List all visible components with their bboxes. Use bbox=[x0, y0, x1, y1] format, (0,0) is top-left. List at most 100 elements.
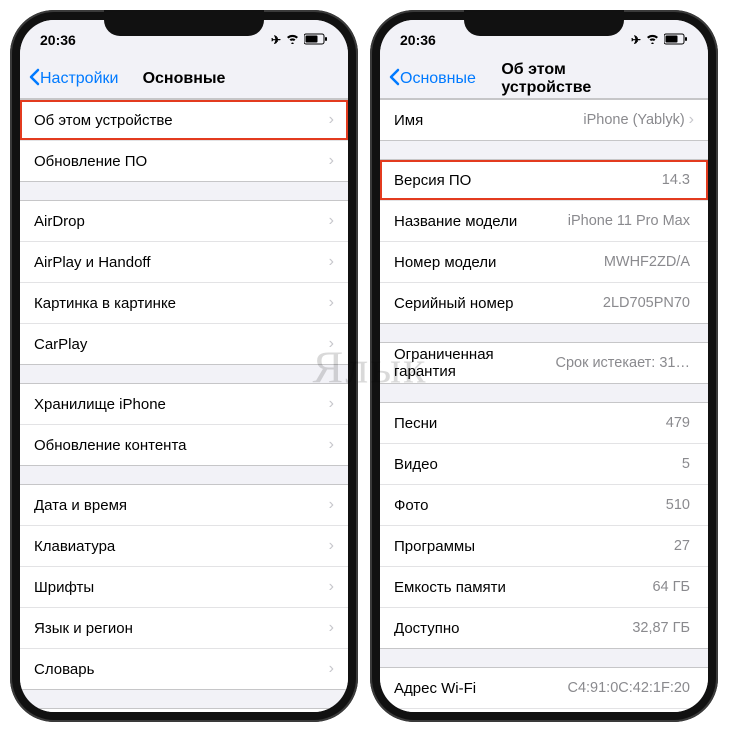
row-label: Хранилище iPhone bbox=[34, 396, 329, 413]
settings-group: Дата и время›Клавиатура›Шрифты›Язык и ре… bbox=[20, 484, 348, 690]
chevron-right-icon: › bbox=[329, 111, 334, 129]
row-label: Версия ПО bbox=[394, 172, 662, 189]
settings-group: Об этом устройстве›Обновление ПО› bbox=[20, 99, 348, 182]
row-label: Номер модели bbox=[394, 254, 604, 271]
settings-group: VPNНе подключеноПрофиль› bbox=[20, 708, 348, 712]
airplane-icon: ✈ bbox=[271, 33, 281, 47]
back-button[interactable]: Настройки bbox=[28, 68, 118, 91]
date-time-row[interactable]: Дата и время› bbox=[20, 485, 348, 526]
settings-group: ИмяiPhone (Yablyk) › bbox=[380, 99, 708, 141]
row-label: CarPlay bbox=[34, 336, 329, 353]
pip-row[interactable]: Картинка в картинке› bbox=[20, 283, 348, 324]
fonts-row[interactable]: Шрифты› bbox=[20, 567, 348, 608]
chevron-right-icon: › bbox=[329, 496, 334, 514]
row-label: Клавиатура bbox=[34, 538, 329, 555]
status-time: 20:36 bbox=[400, 32, 436, 48]
nav-bar: Настройки Основные bbox=[20, 60, 348, 99]
row-value: Срок истекает: 31… bbox=[555, 355, 690, 371]
row-value: 479 bbox=[666, 415, 690, 431]
row-value: 27 bbox=[674, 538, 690, 554]
carplay-row[interactable]: CarPlay› bbox=[20, 324, 348, 364]
photos-row[interactable]: Фото510 bbox=[380, 485, 708, 526]
row-label: Обновление контента bbox=[34, 437, 329, 454]
vpn-row[interactable]: VPNНе подключено bbox=[20, 709, 348, 712]
row-label: AirPlay и Handoff bbox=[34, 254, 329, 271]
chevron-right-icon: › bbox=[329, 253, 334, 271]
model-name-row[interactable]: Название моделиiPhone 11 Pro Max bbox=[380, 201, 708, 242]
settings-list[interactable]: Об этом устройстве›Обновление ПО›AirDrop… bbox=[20, 99, 348, 712]
row-label: Доступно bbox=[394, 620, 632, 637]
about-list[interactable]: ИмяiPhone (Yablyk)›Версия ПО14.3Название… bbox=[380, 99, 708, 712]
songs-row[interactable]: Песни479 bbox=[380, 403, 708, 444]
nav-title: Основные bbox=[143, 70, 226, 88]
row-label: Шрифты bbox=[34, 579, 329, 596]
row-label: Обновление ПО bbox=[34, 153, 329, 170]
chevron-right-icon: › bbox=[689, 111, 694, 129]
chevron-right-icon: › bbox=[329, 619, 334, 637]
chevron-right-icon: › bbox=[329, 436, 334, 454]
phone-right: 20:36 ✈ Основные bbox=[370, 10, 718, 722]
chevron-right-icon: › bbox=[329, 660, 334, 678]
language-region-row[interactable]: Язык и регион› bbox=[20, 608, 348, 649]
background-refresh-row[interactable]: Обновление контента› bbox=[20, 425, 348, 465]
back-label: Настройки bbox=[40, 70, 118, 88]
row-label: Песни bbox=[394, 415, 666, 432]
row-label: Видео bbox=[394, 456, 682, 473]
wifi-address-row[interactable]: Адрес Wi-FiC4:91:0C:42:1F:20 bbox=[380, 668, 708, 709]
device-name-row[interactable]: ИмяiPhone (Yablyk) › bbox=[380, 100, 708, 140]
chevron-left-icon bbox=[388, 68, 400, 91]
row-value: 2LD705PN70 bbox=[603, 295, 690, 311]
about-device-row[interactable]: Об этом устройстве› bbox=[20, 100, 348, 141]
keyboard-row[interactable]: Клавиатура› bbox=[20, 526, 348, 567]
settings-group: Песни479Видео5Фото510Программы27Емкость … bbox=[380, 402, 708, 649]
serial-number-row[interactable]: Серийный номер2LD705PN70 bbox=[380, 283, 708, 323]
notch bbox=[104, 10, 264, 36]
battery-icon bbox=[304, 33, 328, 48]
status-icons: ✈ bbox=[631, 33, 688, 48]
chevron-right-icon: › bbox=[329, 335, 334, 353]
available-row[interactable]: Доступно32,87 ГБ bbox=[380, 608, 708, 648]
settings-group: AirDrop›AirPlay и Handoff›Картинка в кар… bbox=[20, 200, 348, 365]
row-label: Имя bbox=[394, 112, 583, 129]
row-value: 510 bbox=[666, 497, 690, 513]
row-label: Дата и время bbox=[34, 497, 329, 514]
chevron-right-icon: › bbox=[329, 395, 334, 413]
settings-group: Хранилище iPhone›Обновление контента› bbox=[20, 383, 348, 466]
row-value: iPhone 11 Pro Max bbox=[568, 213, 690, 229]
row-value: 64 ГБ bbox=[652, 579, 690, 595]
videos-row[interactable]: Видео5 bbox=[380, 444, 708, 485]
nav-bar: Основные Об этом устройстве bbox=[380, 60, 708, 99]
status-icons: ✈ bbox=[271, 33, 328, 48]
settings-group: Адрес Wi-FiC4:91:0C:42:1F:20BluetoothC4:… bbox=[380, 667, 708, 712]
apps-row[interactable]: Программы27 bbox=[380, 526, 708, 567]
settings-group: Версия ПО14.3Название моделиiPhone 11 Pr… bbox=[380, 159, 708, 324]
iphone-storage-row[interactable]: Хранилище iPhone› bbox=[20, 384, 348, 425]
row-value: MWHF2ZD/A bbox=[604, 254, 690, 270]
airplay-handoff-row[interactable]: AirPlay и Handoff› bbox=[20, 242, 348, 283]
bluetooth-address-row[interactable]: BluetoothC4:91:0C:3D:9E:76 bbox=[380, 709, 708, 712]
row-value: iPhone (Yablyk) bbox=[583, 112, 684, 128]
chevron-left-icon bbox=[28, 68, 40, 91]
software-update-row[interactable]: Обновление ПО› bbox=[20, 141, 348, 181]
row-label: Название модели bbox=[394, 213, 568, 230]
capacity-row[interactable]: Емкость памяти64 ГБ bbox=[380, 567, 708, 608]
settings-group: Ограниченная гарантияСрок истекает: 31… bbox=[380, 342, 708, 384]
chevron-right-icon: › bbox=[329, 294, 334, 312]
row-label: Серийный номер bbox=[394, 295, 603, 312]
row-value: C4:91:0C:42:1F:20 bbox=[567, 680, 690, 696]
back-button[interactable]: Основные bbox=[388, 68, 476, 91]
software-version-row[interactable]: Версия ПО14.3 bbox=[380, 160, 708, 201]
row-label: Ограниченная гарантия bbox=[394, 346, 555, 380]
warranty-row[interactable]: Ограниченная гарантияСрок истекает: 31… bbox=[380, 343, 708, 383]
battery-icon bbox=[664, 33, 688, 48]
chevron-right-icon: › bbox=[329, 152, 334, 170]
row-label: AirDrop bbox=[34, 213, 329, 230]
wifi-icon bbox=[285, 33, 300, 47]
airdrop-row[interactable]: AirDrop› bbox=[20, 201, 348, 242]
chevron-right-icon: › bbox=[329, 578, 334, 596]
model-number-row[interactable]: Номер моделиMWHF2ZD/A bbox=[380, 242, 708, 283]
row-label: Словарь bbox=[34, 661, 329, 678]
dictionary-row[interactable]: Словарь› bbox=[20, 649, 348, 689]
row-label: Адрес Wi-Fi bbox=[394, 680, 567, 697]
row-label: Фото bbox=[394, 497, 666, 514]
